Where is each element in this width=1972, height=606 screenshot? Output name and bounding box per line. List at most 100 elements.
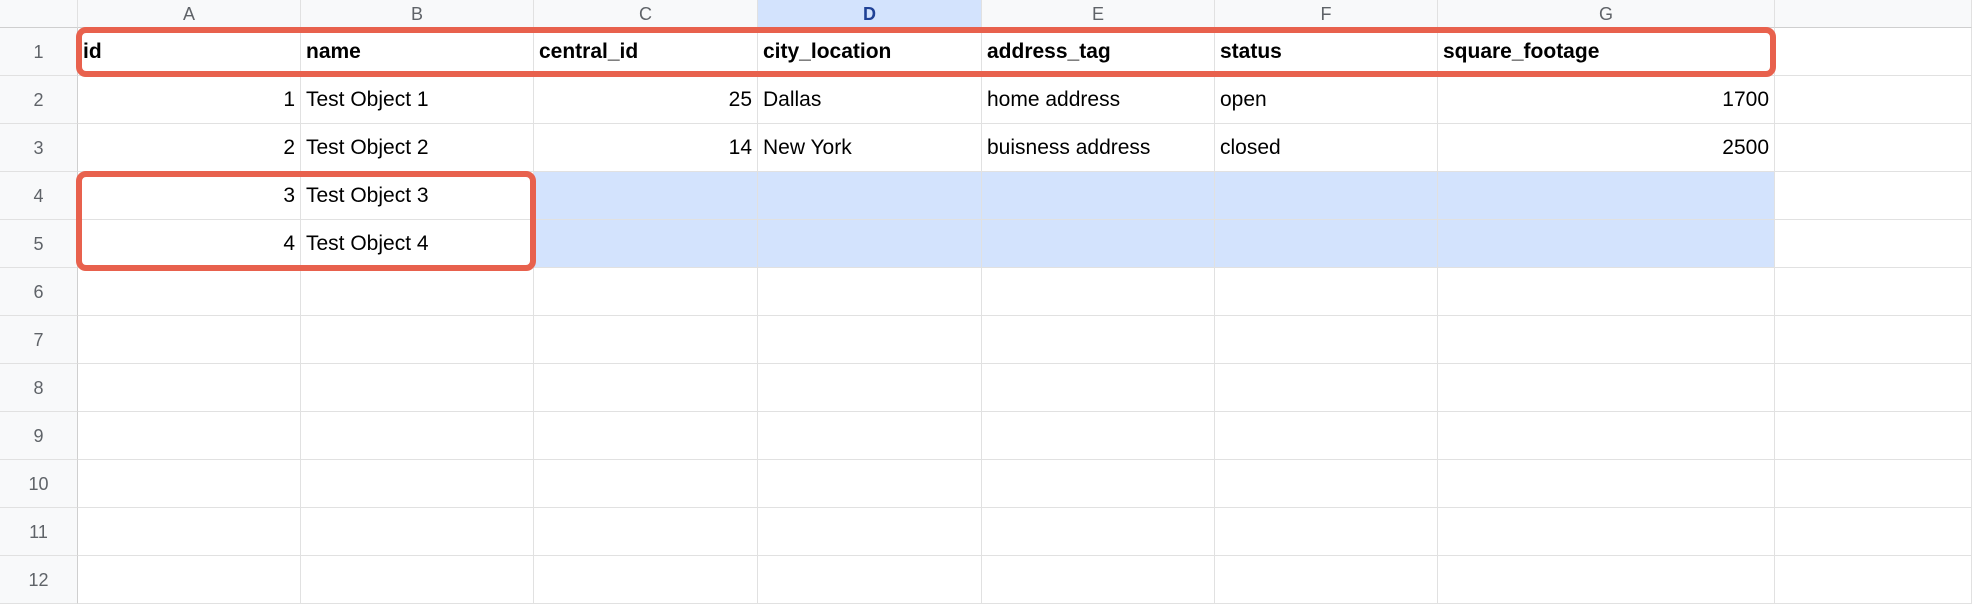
cell-C8[interactable] — [534, 364, 758, 412]
cell-B7[interactable] — [301, 316, 534, 364]
cell-C11[interactable] — [534, 508, 758, 556]
row-header-1[interactable]: 1 — [0, 28, 78, 76]
cell-D7[interactable] — [758, 316, 982, 364]
cell-F11[interactable] — [1215, 508, 1438, 556]
cell-B9[interactable] — [301, 412, 534, 460]
cell-G12[interactable] — [1438, 556, 1775, 604]
cell-G8[interactable] — [1438, 364, 1775, 412]
cell-B8[interactable] — [301, 364, 534, 412]
row-header-2[interactable]: 2 — [0, 76, 78, 124]
cell-A7[interactable] — [78, 316, 301, 364]
cell-E2[interactable]: home address — [982, 76, 1215, 124]
cell-A4[interactable]: 3 — [78, 172, 301, 220]
cell-F9[interactable] — [1215, 412, 1438, 460]
cell-H1[interactable] — [1775, 28, 1972, 76]
cell-A10[interactable] — [78, 460, 301, 508]
cell-G10[interactable] — [1438, 460, 1775, 508]
cell-A11[interactable] — [78, 508, 301, 556]
cell-H5[interactable] — [1775, 220, 1972, 268]
cell-E3[interactable]: buisness address — [982, 124, 1215, 172]
row-header-6[interactable]: 6 — [0, 268, 78, 316]
cell-F3[interactable]: closed — [1215, 124, 1438, 172]
col-header-E[interactable]: E — [982, 0, 1215, 28]
cell-E6[interactable] — [982, 268, 1215, 316]
cell-A6[interactable] — [78, 268, 301, 316]
cell-E11[interactable] — [982, 508, 1215, 556]
cell-H6[interactable] — [1775, 268, 1972, 316]
row-header-10[interactable]: 10 — [0, 460, 78, 508]
cell-D4[interactable] — [758, 172, 982, 220]
cell-B1[interactable]: name — [301, 28, 534, 76]
row-header-12[interactable]: 12 — [0, 556, 78, 604]
cell-F2[interactable]: open — [1215, 76, 1438, 124]
col-header-F[interactable]: F — [1215, 0, 1438, 28]
cell-H4[interactable] — [1775, 172, 1972, 220]
cell-A1[interactable]: id — [78, 28, 301, 76]
cell-A5[interactable]: 4 — [78, 220, 301, 268]
cell-H9[interactable] — [1775, 412, 1972, 460]
cell-G5[interactable] — [1438, 220, 1775, 268]
cell-B4[interactable]: Test Object 3 — [301, 172, 534, 220]
row-header-4[interactable]: 4 — [0, 172, 78, 220]
cell-G6[interactable] — [1438, 268, 1775, 316]
row-header-3[interactable]: 3 — [0, 124, 78, 172]
cell-B6[interactable] — [301, 268, 534, 316]
cell-B3[interactable]: Test Object 2 — [301, 124, 534, 172]
cell-A8[interactable] — [78, 364, 301, 412]
cell-D10[interactable] — [758, 460, 982, 508]
cell-G2[interactable]: 1700 — [1438, 76, 1775, 124]
cell-F1[interactable]: status — [1215, 28, 1438, 76]
cell-B12[interactable] — [301, 556, 534, 604]
cell-F10[interactable] — [1215, 460, 1438, 508]
cell-B2[interactable]: Test Object 1 — [301, 76, 534, 124]
cell-C1[interactable]: central_id — [534, 28, 758, 76]
row-header-11[interactable]: 11 — [0, 508, 78, 556]
cell-E10[interactable] — [982, 460, 1215, 508]
cell-D6[interactable] — [758, 268, 982, 316]
cell-F4[interactable] — [1215, 172, 1438, 220]
cell-D9[interactable] — [758, 412, 982, 460]
cell-A2[interactable]: 1 — [78, 76, 301, 124]
cell-B11[interactable] — [301, 508, 534, 556]
cell-H12[interactable] — [1775, 556, 1972, 604]
cell-A12[interactable] — [78, 556, 301, 604]
cell-C12[interactable] — [534, 556, 758, 604]
cell-H10[interactable] — [1775, 460, 1972, 508]
cell-A3[interactable]: 2 — [78, 124, 301, 172]
cell-D8[interactable] — [758, 364, 982, 412]
row-header-8[interactable]: 8 — [0, 364, 78, 412]
col-header-B[interactable]: B — [301, 0, 534, 28]
cell-G4[interactable] — [1438, 172, 1775, 220]
col-header-H[interactable] — [1775, 0, 1972, 28]
cell-E4[interactable] — [982, 172, 1215, 220]
cell-D1[interactable]: city_location — [758, 28, 982, 76]
cell-H7[interactable] — [1775, 316, 1972, 364]
col-header-D[interactable]: D — [758, 0, 982, 28]
cell-G7[interactable] — [1438, 316, 1775, 364]
cell-D3[interactable]: New York — [758, 124, 982, 172]
cell-A9[interactable] — [78, 412, 301, 460]
cell-F7[interactable] — [1215, 316, 1438, 364]
cell-C2[interactable]: 25 — [534, 76, 758, 124]
cell-C6[interactable] — [534, 268, 758, 316]
cell-H3[interactable] — [1775, 124, 1972, 172]
cell-F5[interactable] — [1215, 220, 1438, 268]
cell-E8[interactable] — [982, 364, 1215, 412]
cell-B5[interactable]: Test Object 4 — [301, 220, 534, 268]
cell-C9[interactable] — [534, 412, 758, 460]
cell-F6[interactable] — [1215, 268, 1438, 316]
cell-H8[interactable] — [1775, 364, 1972, 412]
cell-F12[interactable] — [1215, 556, 1438, 604]
cell-D5[interactable] — [758, 220, 982, 268]
row-header-5[interactable]: 5 — [0, 220, 78, 268]
cell-D2[interactable]: Dallas — [758, 76, 982, 124]
col-header-G[interactable]: G — [1438, 0, 1775, 28]
cell-H2[interactable] — [1775, 76, 1972, 124]
cell-C10[interactable] — [534, 460, 758, 508]
cell-C3[interactable]: 14 — [534, 124, 758, 172]
cell-H11[interactable] — [1775, 508, 1972, 556]
cell-D11[interactable] — [758, 508, 982, 556]
cell-C7[interactable] — [534, 316, 758, 364]
cell-D12[interactable] — [758, 556, 982, 604]
row-header-9[interactable]: 9 — [0, 412, 78, 460]
